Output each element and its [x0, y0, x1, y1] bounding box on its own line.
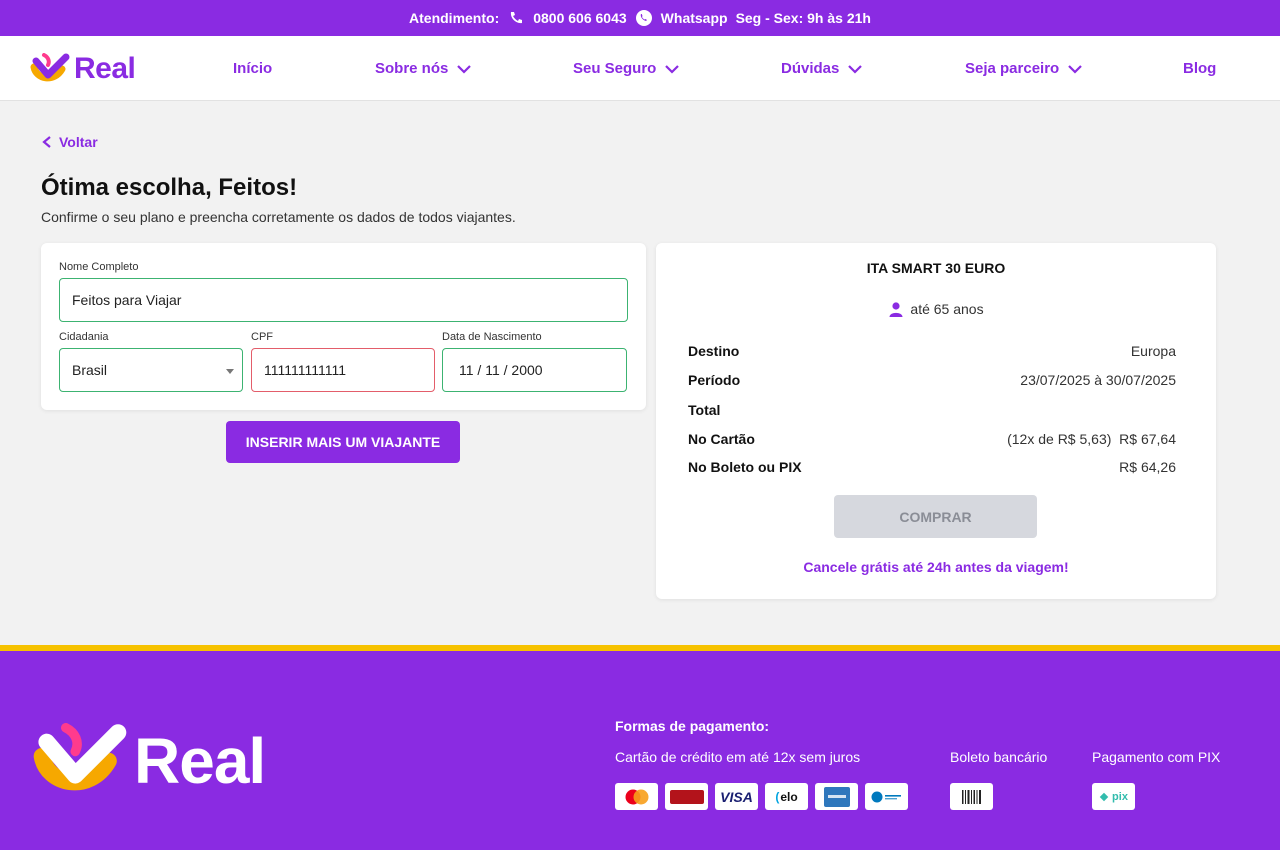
footer-logo[interactable]: Real	[32, 723, 266, 799]
buy-button[interactable]: COMPRAR	[834, 495, 1037, 538]
cpf-label: CPF	[251, 331, 273, 343]
dropdown-caret-icon	[226, 369, 234, 374]
boleto-label: Boleto bancário	[950, 749, 1048, 765]
pix-text: pix	[1112, 790, 1128, 803]
payment-methods-title: Formas de pagamento:	[615, 718, 770, 734]
citizenship-value: Brasil	[72, 362, 108, 378]
credit-card-label: Cartão de crédito em até 12x sem juros	[615, 749, 861, 765]
summary-row-destino: Destino Europa	[688, 343, 1176, 359]
cpf-input[interactable]: 111111111111	[251, 348, 435, 392]
summary-row-periodo: Período 23/07/2025 à 30/07/2025	[688, 372, 1176, 388]
support-label: Atendimento:	[409, 10, 500, 26]
nav-seu-seguro-label: Seu Seguro	[573, 60, 657, 77]
nav-inicio[interactable]: Início	[233, 60, 272, 77]
age-limit: até 65 anos	[656, 301, 1216, 317]
plan-name: ITA SMART 30 EURO	[866, 260, 1006, 276]
page-subtitle: Confirme o seu plano e preencha corretam…	[41, 209, 516, 225]
back-link[interactable]: Voltar	[41, 134, 98, 150]
footer: Real Formas de pagamento: Cartão de créd…	[0, 645, 1280, 850]
summary-row-cartao: No Cartão (12x de R$ 5,63) R$ 67,64	[688, 431, 1176, 447]
birth-date-label: Data de Nascimento	[442, 331, 542, 343]
nav-duvidas[interactable]: Dúvidas	[781, 60, 863, 77]
whatsapp-link[interactable]: Whatsapp	[661, 10, 728, 26]
amex-icon	[815, 783, 858, 810]
user-icon	[889, 302, 903, 317]
nav-blog-label: Blog	[1183, 60, 1217, 77]
phone-number[interactable]: 0800 606 6043	[533, 10, 626, 26]
nav-blog[interactable]: Blog	[1183, 60, 1216, 77]
chevron-down-icon	[457, 64, 472, 74]
phone-icon	[507, 9, 525, 27]
elo-text: elo	[780, 789, 798, 804]
nav-seu-seguro[interactable]: Seu Seguro	[573, 60, 680, 77]
nav-sobre-nos-label: Sobre nós	[375, 60, 449, 77]
hipercard-icon	[665, 783, 708, 810]
add-traveler-button[interactable]: INSERIR MAIS UM VIAJANTE	[226, 421, 460, 463]
full-name-input[interactable]: Feitos para Viajar	[59, 278, 628, 322]
header-logo[interactable]: Real	[30, 52, 136, 86]
summary-key: Total	[688, 402, 721, 418]
support-hours: Seg - Sex: 9h às 21h	[735, 10, 871, 26]
summary-key: No Boleto ou PIX	[688, 459, 802, 475]
logo-mark-icon	[33, 723, 127, 791]
footer-logo-text: Real	[134, 725, 266, 797]
plan-summary-card: ITA SMART 30 EURO até 65 anos Destino Eu…	[656, 243, 1216, 599]
chevron-down-icon	[665, 64, 680, 74]
birth-date-input[interactable]: 11 / 11 / 2000	[442, 348, 627, 392]
chevron-down-icon	[848, 64, 863, 74]
logo-text: Real	[74, 52, 136, 85]
logo-mark-icon	[30, 53, 70, 82]
traveler-form-card: Nome Completo Feitos para Viajar Cidadan…	[41, 243, 646, 410]
summary-key: Período	[688, 372, 741, 388]
nav-seja-parceiro-label: Seja parceiro	[965, 60, 1060, 77]
summary-row-total: Total	[688, 402, 1176, 418]
age-limit-text: até 65 anos	[910, 301, 984, 317]
nav-sobre-nos[interactable]: Sobre nós	[375, 60, 472, 77]
summary-key: No Cartão	[688, 431, 755, 447]
cancel-note: Cancele grátis até 24h antes da viagem!	[803, 559, 1069, 575]
summary-value: 23/07/2025 à 30/07/2025	[1020, 372, 1176, 388]
barcode-icon	[950, 783, 993, 810]
summary-value: (12x de R$ 5,63) R$ 67,64	[1007, 431, 1176, 447]
visa-icon: VISA	[715, 783, 758, 810]
main-navigation: Real Início Sobre nós Seu Seguro Dúvidas…	[0, 36, 1280, 101]
nav-inicio-label: Início	[233, 60, 273, 77]
top-contact-bar: Atendimento: 0800 606 6043 Whatsapp Seg …	[0, 0, 1280, 36]
summary-row-boleto-pix: No Boleto ou PIX R$ 64,26	[688, 459, 1176, 475]
elo-icon: (elo	[765, 783, 808, 810]
summary-key: Destino	[688, 343, 740, 359]
whatsapp-icon	[635, 9, 653, 27]
citizenship-label: Cidadania	[59, 331, 109, 343]
page-title: Ótima escolha, Feitos!	[41, 174, 298, 201]
pix-icon: pix	[1092, 783, 1135, 810]
chevron-down-icon	[1068, 64, 1082, 74]
chevron-left-icon	[42, 136, 51, 148]
summary-value: Europa	[1130, 343, 1176, 359]
diners-icon	[865, 783, 908, 810]
name-label: Nome Completo	[59, 261, 139, 273]
nav-duvidas-label: Dúvidas	[781, 60, 840, 77]
summary-value: R$ 64,26	[1119, 459, 1176, 475]
back-label: Voltar	[59, 134, 98, 150]
pix-label: Pagamento com PIX	[1092, 749, 1221, 765]
citizenship-select[interactable]: Brasil	[59, 348, 243, 392]
nav-seja-parceiro[interactable]: Seja parceiro	[965, 60, 1083, 77]
mastercard-icon	[615, 783, 658, 810]
